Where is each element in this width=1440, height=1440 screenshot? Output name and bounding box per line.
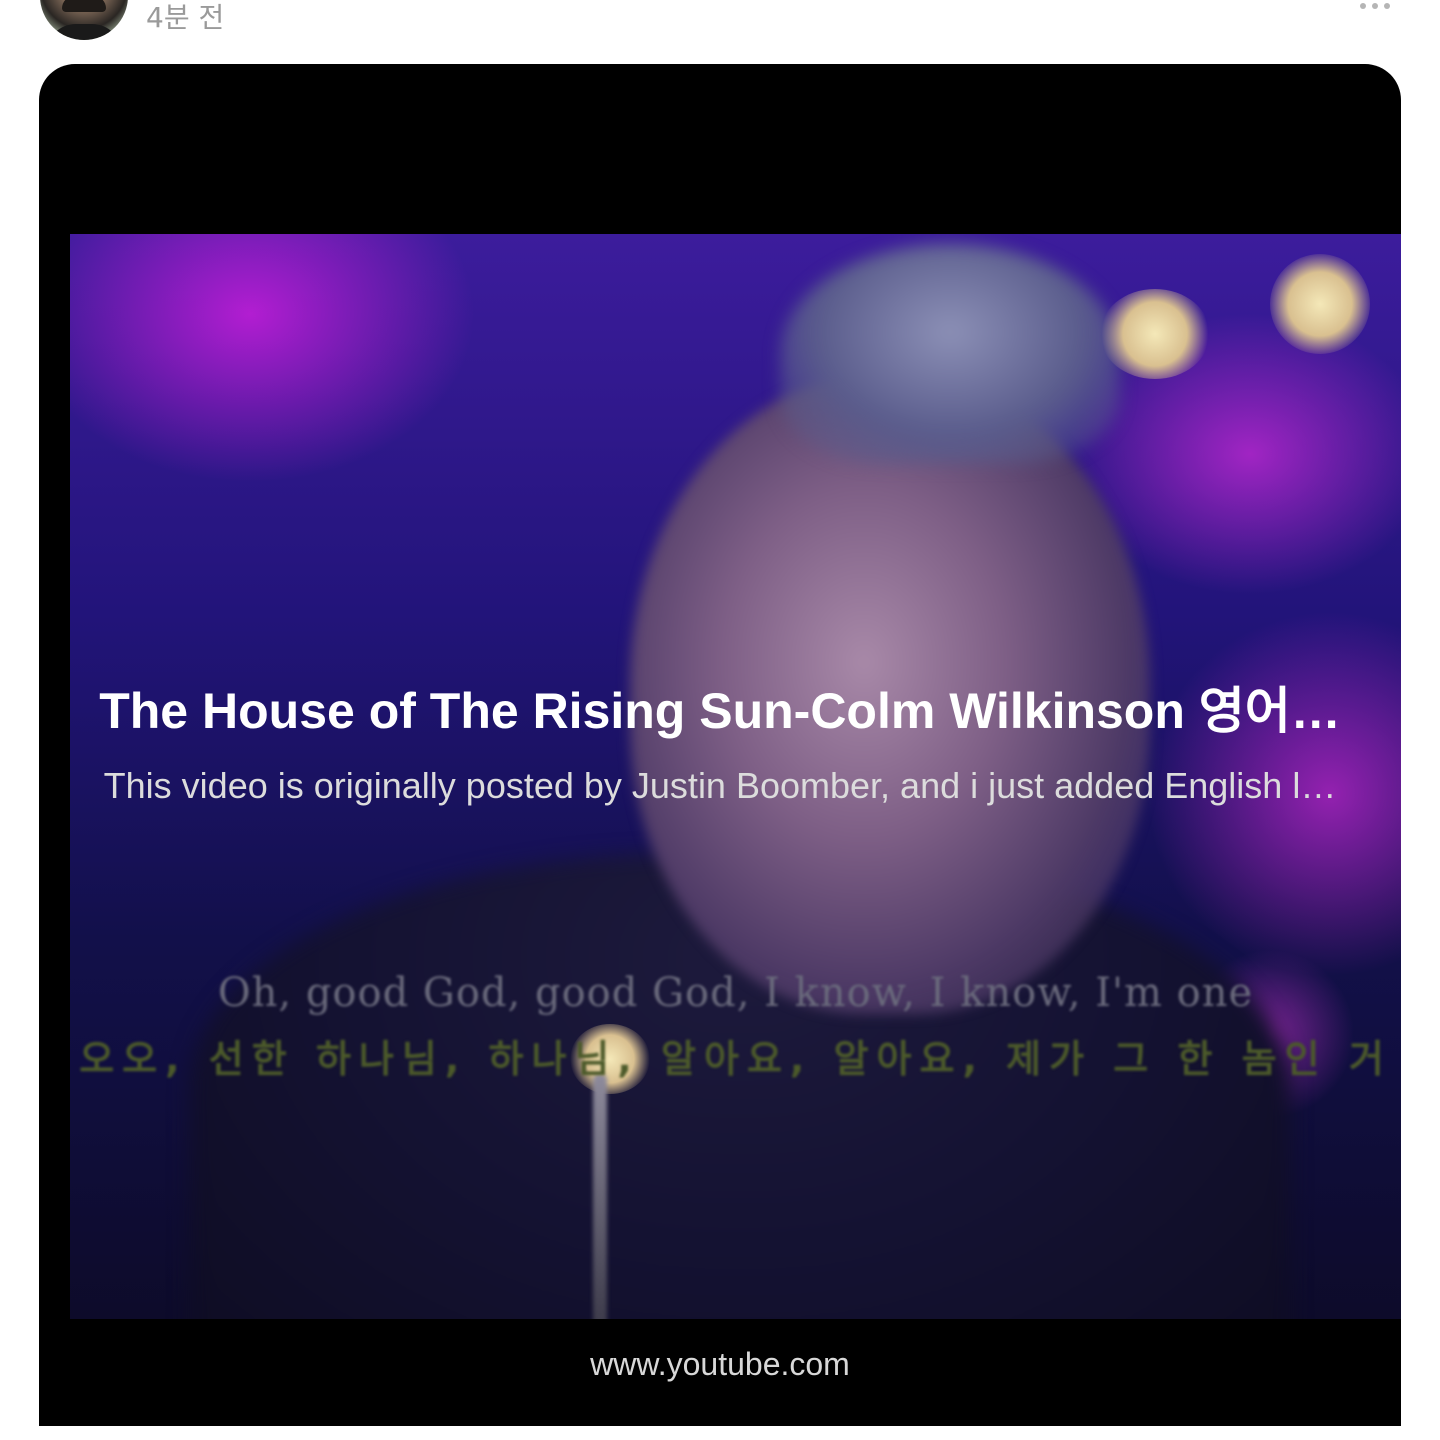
link-title[interactable]: The House of The Rising Sun-Colm Wilkins… [79,681,1361,741]
dot [1372,3,1378,9]
avatar-hair [62,0,106,12]
link-description: This video is originally posted by Justi… [103,765,1337,806]
link-preview-card[interactable]: Oh, good God, good God, I know, I know, … [39,64,1401,1426]
post-timestamp: 4분 전 [146,1,225,34]
post-header: 4분 전 [0,0,1440,60]
dot [1384,3,1390,9]
more-options-icon[interactable] [1360,0,1400,9]
video-subtitle-english: Oh, good God, good God, I know, I know, … [217,970,1254,1016]
thumbnail-hair [780,244,1120,464]
dot [1360,3,1366,9]
link-domain[interactable]: www.youtube.com [39,1344,1401,1384]
video-subtitle-korean: 오오, 선한 하나님, 하나님, 알아요, 알아요, 제가 그 한 놈인 거 [79,1037,1392,1081]
avatar[interactable] [40,0,128,40]
microphone-stand [593,1074,607,1319]
stage-light [1100,289,1210,379]
avatar-shoulders [46,24,122,40]
stage-light [1270,254,1370,354]
